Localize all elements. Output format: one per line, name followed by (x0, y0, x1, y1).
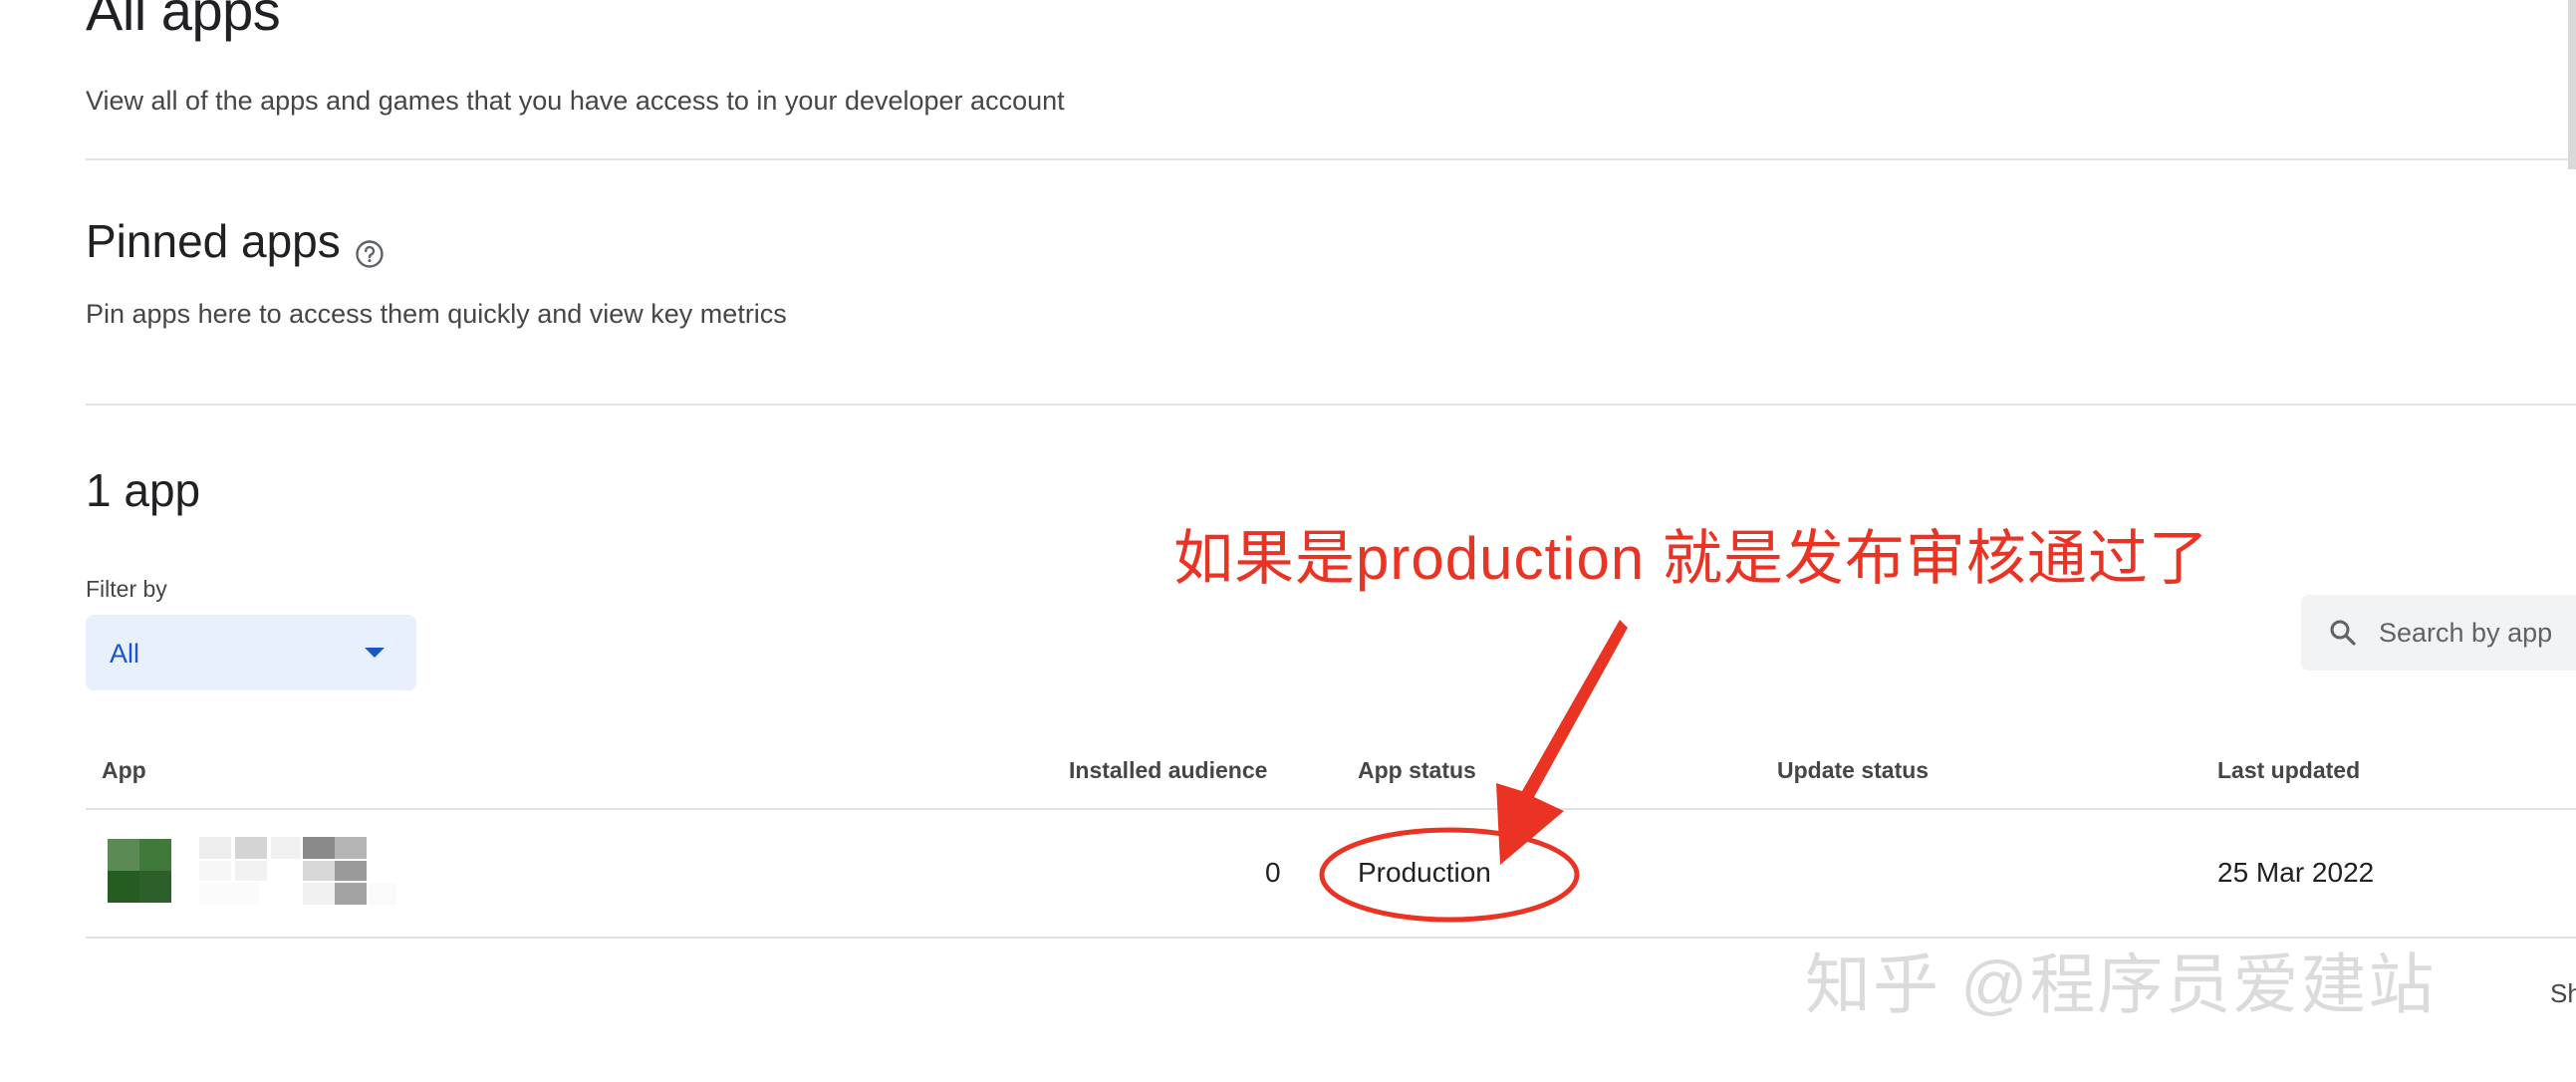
watermark: 知乎 @程序员爱建站 (1805, 947, 2437, 1021)
column-header-installed-audience[interactable]: Installed audience (1069, 757, 1267, 784)
scrollbar-edge[interactable] (2568, 0, 2576, 169)
app-count-title: 1 app (86, 464, 201, 516)
filter-dropdown[interactable]: All (86, 615, 416, 690)
app-icon (108, 839, 171, 903)
search-input[interactable]: Search by app (2301, 595, 2576, 671)
pinned-apps-subtitle: Pin apps here to access them quickly and… (86, 299, 787, 329)
page-title: All apps (86, 0, 281, 42)
pinned-apps-title-text: Pinned apps (86, 215, 341, 267)
annotation-ellipse (1319, 827, 1580, 923)
column-header-update-status[interactable]: Update status (1777, 757, 1929, 784)
page-subtitle: View all of the apps and games that you … (86, 86, 1065, 116)
header-divider (86, 158, 2576, 160)
footer-fragment: Sh (2550, 978, 2576, 1008)
annotation-text: 如果是production 就是发布审核通过了 (1173, 525, 2209, 592)
caret-down-icon (365, 648, 385, 658)
help-circle-icon[interactable] (355, 226, 385, 268)
app-name-redacted (199, 837, 398, 905)
column-header-app[interactable]: App (102, 757, 146, 784)
column-header-last-updated[interactable]: Last updated (2217, 757, 2360, 784)
filter-label: Filter by (86, 576, 167, 602)
search-placeholder: Search by app (2379, 618, 2553, 648)
pinned-divider (86, 404, 2576, 406)
filter-selected-value: All (110, 639, 140, 669)
pinned-apps-title: Pinned apps (86, 214, 385, 268)
installed-audience-value: 0 (1265, 857, 1281, 888)
last-updated-value: 25 Mar 2022 (2217, 857, 2375, 888)
search-icon (2327, 617, 2359, 649)
